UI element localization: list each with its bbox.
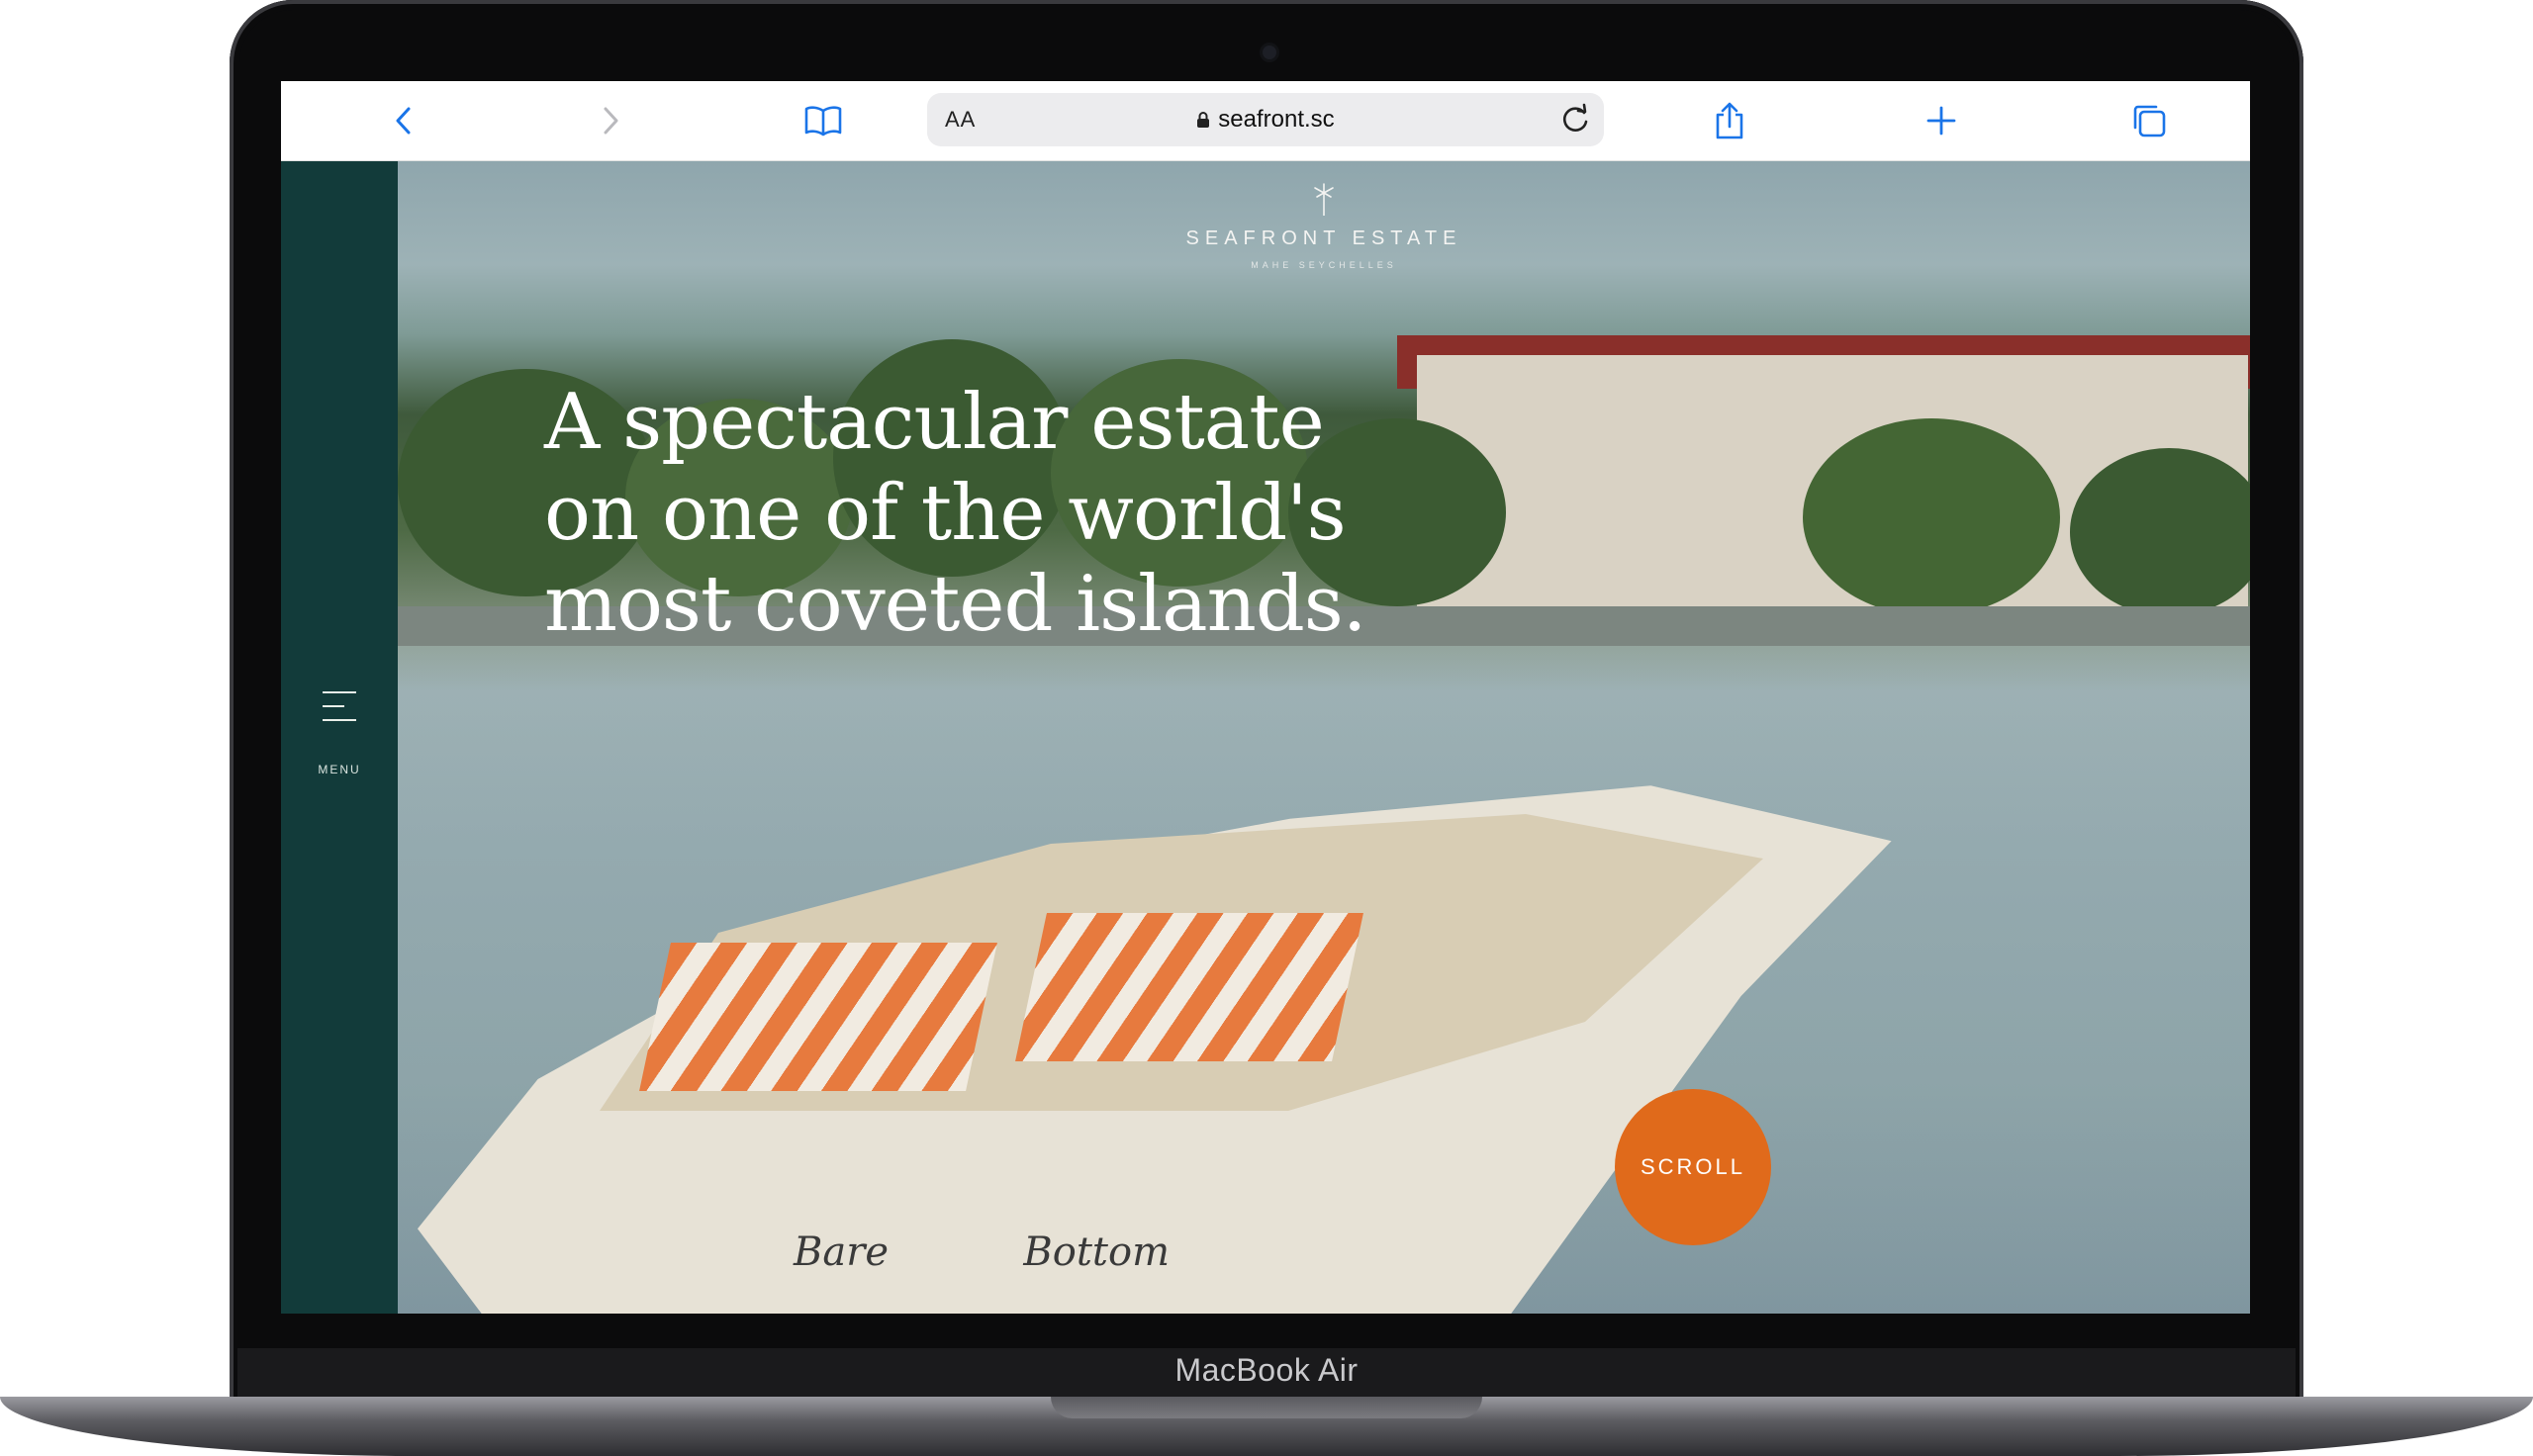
forward-button[interactable] (589, 99, 632, 142)
hamburger-line (323, 705, 344, 707)
new-tab-icon (1926, 106, 1956, 136)
boat-name-right: Bottom (1023, 1229, 1170, 1275)
palm-logo-icon (1314, 183, 1334, 216)
share-button[interactable] (1708, 99, 1751, 142)
bookmarks-button[interactable] (801, 99, 845, 142)
camera (1263, 46, 1276, 59)
reload-button[interactable] (1556, 101, 1594, 143)
menu-label[interactable]: MENU (281, 763, 398, 776)
headline-line: A spectacular estate (544, 378, 1325, 467)
lock-icon (1197, 112, 1210, 128)
url-display[interactable]: seafront.sc (927, 106, 1604, 134)
scroll-button[interactable]: SCROLL (1615, 1089, 1771, 1245)
laptop-notch (1051, 1397, 1482, 1418)
web-page: MENU Bare Bottom SEAFRONT ESTATE MAHE SE… (281, 161, 2250, 1314)
logo-subtitle: MAHE SEYCHELLES (1251, 260, 1397, 270)
back-button[interactable] (382, 99, 425, 142)
share-icon (1716, 102, 1743, 139)
palm-trees (1803, 418, 2060, 616)
browser-toolbar: AA seafront.sc (281, 81, 2250, 161)
tabs-button[interactable] (2127, 99, 2171, 142)
hero-headline: A spectacular estate on one of the world… (544, 377, 1435, 650)
forward-icon (604, 107, 618, 135)
hamburger-line (323, 719, 356, 721)
bookmarks-icon (804, 106, 842, 136)
site-logo[interactable]: SEAFRONT ESTATE MAHE SEYCHELLES (398, 183, 2250, 270)
striped-towel (639, 943, 997, 1091)
logo-name: SEAFRONT ESTATE (1185, 228, 1462, 249)
reload-icon (1562, 103, 1588, 132)
screen: AA seafront.sc MENU Bare Bottom SEAFRONT… (281, 81, 2250, 1314)
url-text: seafront.sc (1218, 106, 1335, 133)
boat-name-left: Bare (794, 1229, 890, 1275)
side-nav: MENU (281, 161, 398, 1314)
boat-name: Bare Bottom (794, 1229, 1170, 1279)
hero-video: Bare Bottom SEAFRONT ESTATE MAHE SEYCHEL… (398, 161, 2250, 1314)
device-label: MacBook Air (1174, 1352, 1359, 1388)
address-bar[interactable]: AA seafront.sc (927, 93, 1604, 146)
back-icon (396, 107, 411, 135)
hamburger-icon (323, 691, 356, 693)
striped-towel (1015, 913, 1363, 1061)
menu-button[interactable] (323, 691, 356, 733)
headline-line: most coveted islands. (544, 560, 1367, 649)
new-tab-button[interactable] (1920, 99, 1963, 142)
headline-line: on one of the world's (544, 469, 1347, 558)
tabs-icon (2133, 105, 2166, 137)
